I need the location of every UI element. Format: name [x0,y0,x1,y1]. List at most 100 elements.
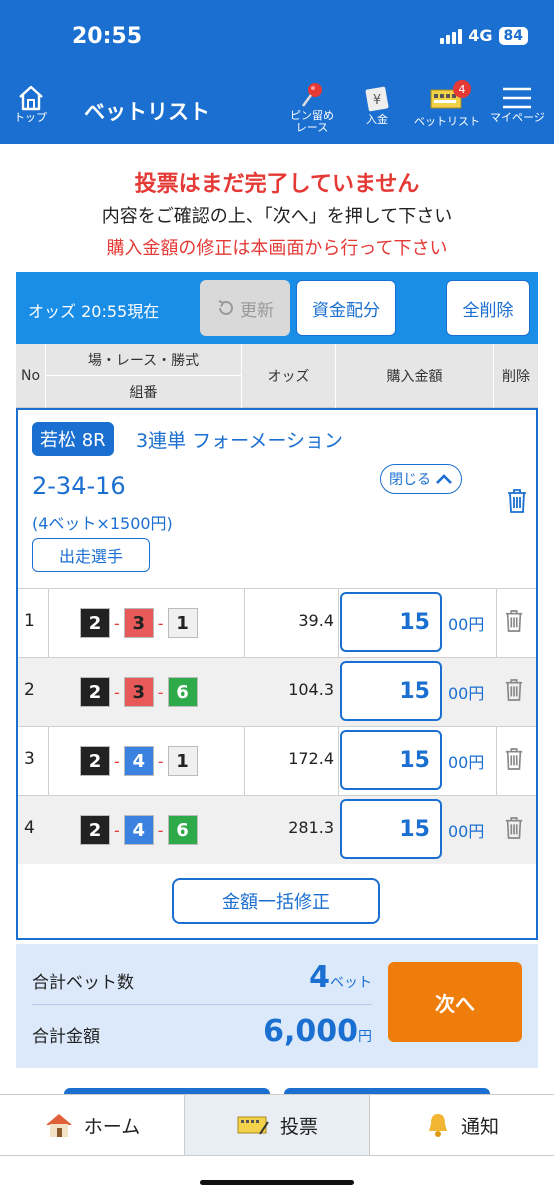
boat-number: 4 [123,746,154,776]
status-indicators: 4G 84 [440,26,528,45]
total-bets-label: 合計ベット数 [32,973,134,993]
bet-row-3: 3 2- 4- 1 172.4 15 00円 [18,726,536,795]
yen-card-icon: ¥ [365,86,389,112]
network-label: 4G [468,26,493,45]
row-number: 1 [24,611,35,631]
total-bets-unit: ベット [330,975,372,991]
bet-type: 3連単 フォーメーション [136,430,343,452]
delete-row-button[interactable] [504,678,524,706]
tab-notice-label: 通知 [460,1115,499,1138]
row-combination: 2- 3- 6 [80,677,198,707]
boat-number: 1 [167,608,198,638]
trash-icon [505,817,523,839]
total-amount-number: 6,000 [263,1014,358,1049]
boat-number: 3 [123,608,154,638]
amount-input[interactable]: 15 [340,661,442,721]
amount-unit: 00円 [448,615,485,634]
menu-icon [503,87,532,109]
tab-vote[interactable]: 投票 [185,1095,370,1155]
row-odds: 39.4 [298,611,334,630]
amount-input[interactable]: 15 [340,592,442,652]
nav-pinned-races[interactable]: ピン留め レース [290,80,334,134]
nav-deposit-label: 入金 [366,113,388,126]
boat-number: 1 [167,746,198,776]
home-indicator [200,1180,354,1185]
next-button[interactable]: 次へ [388,962,522,1042]
boat-number: 6 [167,677,198,707]
betlist-icon-wrap: 4 [429,80,471,116]
odds-timestamp: オッズ 20:55現在 [28,302,160,321]
row-combination: 2- 4- 1 [80,746,198,776]
trash-icon [508,489,526,513]
row-combination: 2- 4- 6 [80,815,198,845]
battery-icon: 84 [498,26,528,45]
collapse-button[interactable]: 閉じる [380,464,462,494]
header-combo: 組番 [46,376,242,408]
total-amount-value: 6,000円 [263,1014,372,1049]
delete-all-button[interactable]: 全削除 [446,280,530,336]
boat-number: 2 [80,677,110,707]
home-icon [18,85,43,111]
signal-icon [440,28,463,44]
collapse-label: 閉じる [389,472,431,488]
delete-row-button[interactable] [504,609,524,637]
total-amount-label: 合計金額 [32,1027,100,1047]
row-number: 3 [24,749,35,769]
status-time: 20:55 [72,24,143,49]
tab-vote-label: 投票 [279,1115,318,1138]
header-amount: 購入金額 [336,344,494,408]
odds-toolbar: オッズ 20:55現在 更新 資金配分 全削除 [16,272,538,344]
delete-row-button[interactable] [504,747,524,775]
boat-number: 2 [80,746,110,776]
boat-number: 2 [80,608,110,638]
nav-top[interactable]: トップ [14,84,47,124]
boat-number: 2 [80,815,110,845]
boat-number: 3 [123,677,154,707]
nav-mypage[interactable]: マイページ [490,84,545,124]
row-odds: 281.3 [288,818,334,837]
house-icon [45,1114,72,1137]
header-delete: 削除 [502,369,530,385]
bet-row-4: 4 2- 4- 6 281.3 15 00円 [18,795,536,864]
nav-betlist[interactable]: 4 ベットリスト [414,80,480,128]
nav-pin-label-2: レース [295,121,329,134]
bulk-edit-button[interactable]: 金額一括修正 [172,878,380,924]
total-amount-unit: 円 [358,1029,372,1045]
nav-betlist-label: ベットリスト [414,115,480,128]
row-odds: 104.3 [288,680,334,699]
delete-row-button[interactable] [504,816,524,844]
row-combination: 2- 3- 1 [80,608,198,638]
betlist-badge: 4 [453,80,471,98]
pin-icon [301,83,322,107]
boat-number: 6 [167,815,198,845]
bell-icon [428,1114,447,1137]
row-odds: 172.4 [288,749,334,768]
refresh-icon [218,300,233,315]
tab-home[interactable]: ホーム [0,1095,185,1155]
amount-input[interactable]: 15 [340,799,442,859]
row-number: 4 [24,818,35,838]
page-title: ベットリスト [84,100,210,124]
trash-icon [505,610,523,632]
nav-deposit[interactable]: ¥ 入金 [362,84,392,126]
header-odds: オッズ [242,344,336,408]
tab-home-label: ホーム [83,1115,141,1138]
delete-bet-button[interactable] [506,488,528,518]
trash-icon [505,679,523,701]
incomplete-warning: 投票はまだ完了していません [134,172,420,197]
refresh-button[interactable]: 更新 [200,280,290,336]
nav-top-label: トップ [14,111,47,124]
racers-button[interactable]: 出走選手 [32,538,150,572]
svg-text:¥: ¥ [373,93,381,108]
edit-note: 購入金額の修正は本画面から行って下さい [106,238,448,259]
amount-input[interactable]: 15 [340,730,442,790]
nav-mypage-label: マイページ [490,111,545,124]
bet-detail: (4ベット×1500円) [32,514,173,533]
allocate-funds-button[interactable]: 資金配分 [296,280,396,336]
tab-notice[interactable]: 通知 [370,1095,554,1155]
bet-rows: 1 2- 3- 1 39.4 15 00円 2 2- 3- 6 104.3 15… [18,588,536,864]
summary-panel: 合計ベット数 4ベット 合計金額 6,000円 次へ [16,944,538,1068]
bet-combination: 2-34-16 [32,472,126,500]
amount-unit: 00円 [448,822,485,841]
confirm-instruction: 内容をご確認の上、「次へ」を押して下さい [101,206,453,227]
